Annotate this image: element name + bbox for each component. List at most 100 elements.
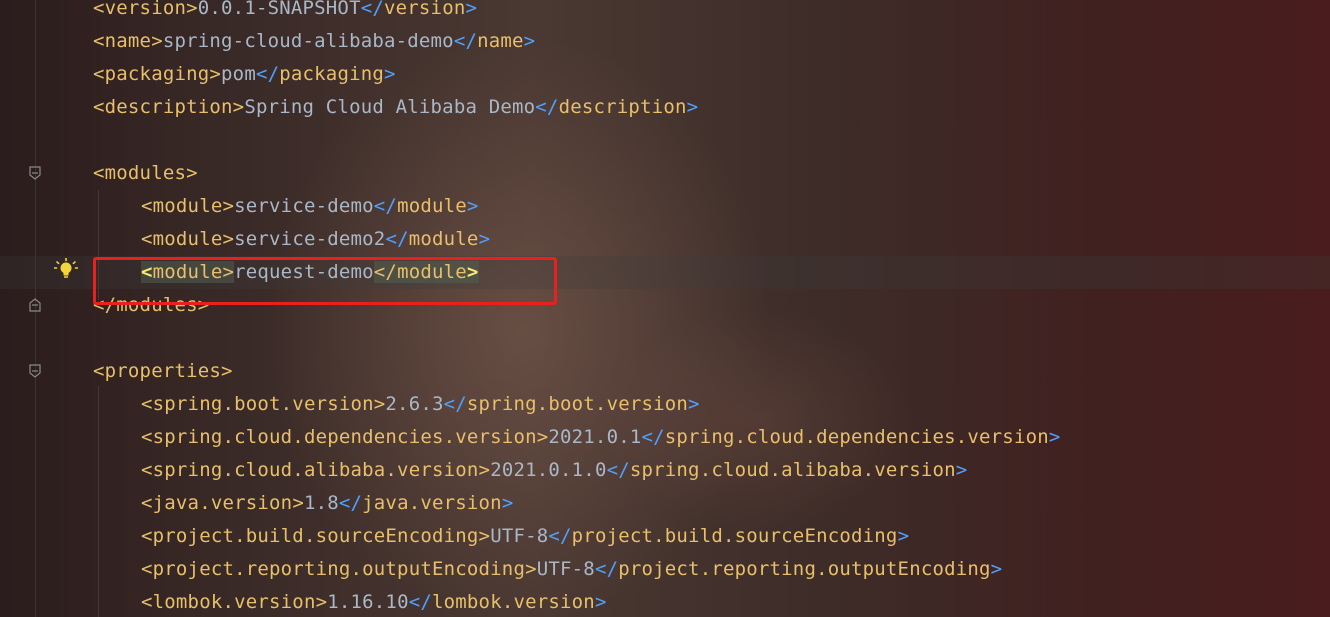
tag-bracket: > [151, 30, 163, 52]
tag-bracket: </ [373, 195, 398, 217]
tag-bracket: > [384, 63, 396, 85]
tag-bracket: < [93, 63, 105, 85]
xml-close-tag: </spring.cloud.dependencies.version> [642, 426, 1061, 448]
tag-name: module [152, 195, 223, 217]
lightbulb-icon[interactable] [54, 258, 78, 280]
code-line[interactable]: <spring.cloud.alibaba.version>2021.0.1.0… [0, 454, 1330, 487]
tag-name: modules [104, 162, 187, 184]
tag-name: lombok.version [152, 591, 316, 613]
tag-text-value: service-demo2 [234, 228, 386, 250]
tag-name: module [408, 228, 479, 250]
tag-name: description [104, 96, 233, 118]
code-line[interactable]: <project.reporting.outputEncoding>UTF-8<… [0, 553, 1330, 586]
xml-open-tag: <java.version> [141, 492, 304, 514]
xml-close-tag: </project.build.sourceEncoding> [548, 525, 909, 547]
xml-open-tag: <packaging> [93, 63, 221, 85]
fold-marker-icon[interactable] [29, 298, 41, 312]
tag-bracket: > [292, 492, 304, 514]
code-line[interactable]: <lombok.version>1.16.10</lombok.version> [0, 586, 1330, 617]
tag-bracket: < [141, 195, 153, 217]
xml-open-tag: <lombok.version> [141, 591, 327, 613]
tag-bracket: < [93, 162, 105, 184]
tag-name: version [104, 0, 187, 19]
xml-open-tag: <properties> [93, 360, 233, 382]
code-line[interactable] [0, 124, 1330, 157]
tag-name: project.reporting.outputEncoding [618, 558, 991, 580]
tag-text-value: service-demo [234, 195, 374, 217]
code-line[interactable]: <version>0.0.1-SNAPSHOT</version> [0, 0, 1330, 25]
tag-text-value: 2021.0.1.0 [490, 459, 607, 481]
tag-text-value: 1.8 [303, 492, 339, 514]
xml-close-tag: </name> [454, 30, 535, 52]
code-line-content: <java.version>1.8</java.version> [141, 487, 513, 520]
tag-bracket: </ [535, 96, 559, 118]
tag-bracket: </ [641, 426, 665, 448]
tag-bracket: > [209, 63, 222, 85]
tag-name: spring.boot.version [152, 393, 374, 415]
code-line-content: <spring.cloud.dependencies.version>2021.… [141, 421, 1061, 454]
code-line[interactable] [0, 322, 1330, 355]
tag-name: spring.cloud.dependencies.version [152, 426, 537, 448]
tag-bracket: < [141, 393, 153, 415]
xml-close-tag: </packaging> [256, 63, 396, 85]
tag-bracket: </ [408, 591, 432, 613]
annotation-highlight-box [93, 257, 557, 305]
tag-text-value: 2021.0.1 [548, 426, 642, 448]
tag-bracket: < [141, 492, 153, 514]
xml-close-tag: </project.reporting.outputEncoding> [595, 558, 1002, 580]
tag-bracket: </ [443, 393, 467, 415]
code-line[interactable]: <java.version>1.8</java.version> [0, 487, 1330, 520]
code-line[interactable]: <project.build.sourceEncoding>UTF-8</pro… [0, 520, 1330, 553]
tag-name: packaging [279, 63, 385, 85]
code-line[interactable]: <module>service-demo</module> [0, 190, 1330, 223]
xml-close-tag: </module> [374, 195, 479, 217]
code-line-content: <spring.boot.version>2.6.3</spring.boot.… [141, 388, 700, 421]
tag-bracket: < [141, 591, 153, 613]
code-line[interactable]: <packaging>pom</packaging> [0, 58, 1330, 91]
code-line[interactable]: <modules> [0, 157, 1330, 190]
tag-name: name [104, 30, 152, 52]
code-line-content: <spring.cloud.alibaba.version>2021.0.1.0… [141, 454, 967, 487]
code-line[interactable]: <spring.cloud.dependencies.version>2021.… [0, 421, 1330, 454]
tag-name: module [397, 195, 467, 217]
xml-close-tag: </version> [361, 0, 477, 19]
tag-bracket: </ [453, 30, 478, 52]
tag-name: spring.cloud.dependencies.version [664, 426, 1049, 448]
tag-text-value: spring-cloud-alibaba-demo [162, 30, 454, 52]
fold-marker-icon[interactable] [29, 364, 41, 378]
tag-bracket: > [465, 0, 478, 19]
tag-name: packaging [104, 63, 210, 85]
code-line[interactable]: <description>Spring Cloud Alibaba Demo</… [0, 91, 1330, 124]
xml-open-tag: <spring.cloud.alibaba.version> [141, 459, 490, 481]
tag-bracket: > [990, 558, 1003, 580]
xml-open-tag: <module> [141, 195, 234, 217]
code-line[interactable]: <properties> [0, 355, 1330, 388]
code-editor[interactable]: <version>0.0.1-SNAPSHOT</version> <name>s… [0, 0, 1330, 617]
tag-text-value: 2.6.3 [385, 393, 444, 415]
tag-bracket: > [222, 195, 235, 217]
xml-close-tag: </module> [385, 228, 490, 250]
xml-open-tag: <version> [93, 0, 198, 19]
tag-bracket: </ [338, 492, 363, 514]
tag-name: spring.cloud.alibaba.version [152, 459, 479, 481]
tag-bracket: > [686, 96, 699, 118]
tag-bracket: </ [606, 459, 630, 481]
code-line-content: <packaging>pom</packaging> [93, 58, 396, 91]
code-line-content: <version>0.0.1-SNAPSHOT</version> [93, 0, 477, 25]
xml-open-tag: <modules> [93, 162, 198, 184]
xml-open-tag: <project.reporting.outputEncoding> [141, 558, 537, 580]
tag-bracket: > [688, 393, 700, 415]
code-line-content: <project.build.sourceEncoding>UTF-8</pro… [141, 520, 909, 553]
fold-marker-icon[interactable] [29, 166, 41, 180]
tag-bracket: < [141, 525, 153, 547]
code-line[interactable]: <name>spring-cloud-alibaba-demo</name> [0, 25, 1330, 58]
tag-name: project.build.sourceEncoding [571, 525, 898, 547]
tag-name: lombok.version [432, 591, 595, 613]
tag-name: description [558, 96, 687, 118]
code-line-content: <properties> [93, 355, 233, 388]
tag-name: project.build.sourceEncoding [152, 525, 479, 547]
tag-name: version [384, 0, 466, 19]
code-line[interactable]: <spring.boot.version>2.6.3</spring.boot.… [0, 388, 1330, 421]
code-line[interactable]: <module>service-demo2</module> [0, 223, 1330, 256]
tag-bracket: > [594, 591, 607, 613]
